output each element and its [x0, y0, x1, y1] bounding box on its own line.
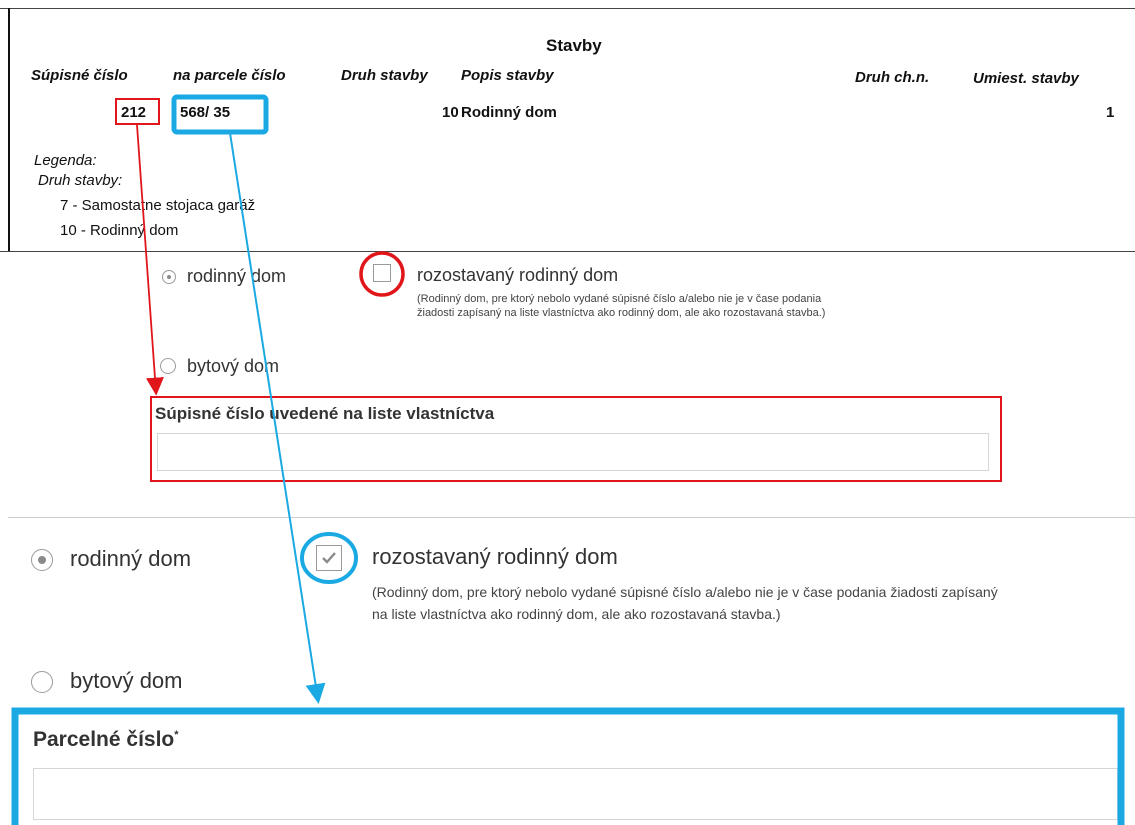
blue-arrow [229, 132, 326, 704]
annotation-overlay [11, 94, 1125, 825]
red-highlight-supisne-cislo [115, 98, 160, 125]
red-arrow [136, 124, 164, 396]
blue-highlight-parcela [171, 94, 269, 135]
blue-circle-checkbox [300, 532, 358, 584]
red-circle-checkbox [359, 251, 405, 297]
blue-highlight-field [11, 707, 1125, 825]
